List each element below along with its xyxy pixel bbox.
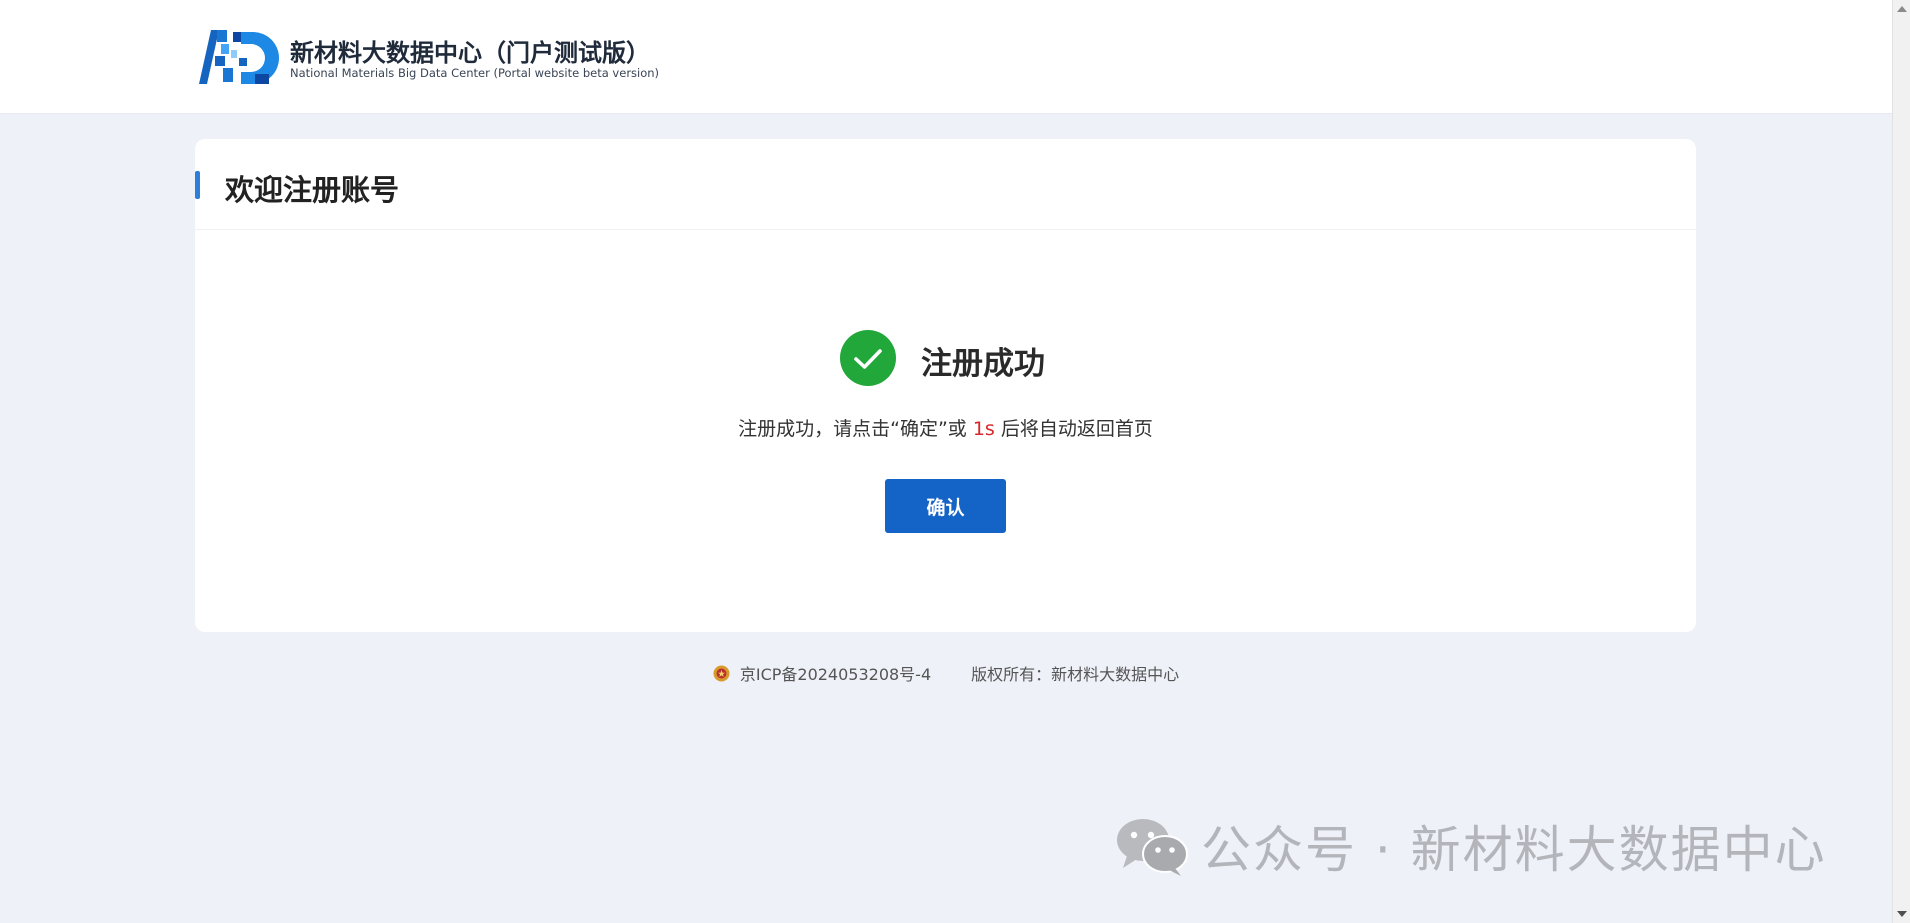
police-badge-icon xyxy=(713,665,730,681)
scroll-down-arrow-icon[interactable] xyxy=(1897,911,1907,917)
card-header: 欢迎注册账号 xyxy=(195,139,1696,230)
brand-title: 新材料大数据中心（门户测试版） xyxy=(290,39,650,67)
success-message: 注册成功，请点击“确定”或 1s 后将自动返回首页 xyxy=(195,414,1696,441)
confirm-button[interactable]: 确认 xyxy=(885,479,1006,533)
scroll-up-arrow-icon[interactable] xyxy=(1897,6,1907,12)
countdown-timer: 1s xyxy=(972,418,995,440)
nmbdc-logo-icon[interactable] xyxy=(195,28,279,86)
site-header: 新材料大数据中心（门户测试版） National Materials Big D… xyxy=(0,0,1892,114)
page-scrollbar[interactable] xyxy=(1892,0,1910,923)
title-accent-bar xyxy=(195,171,200,199)
check-circle-icon xyxy=(840,330,896,386)
brand-subtitle: National Materials Big Data Center (Port… xyxy=(290,66,660,80)
register-result-card: 欢迎注册账号 注册成功 注册成功，请点击“确定”或 1s 后将自动返回首页 确认 xyxy=(195,139,1696,632)
message-prefix: 注册成功，请点击“确定”或 xyxy=(738,418,973,440)
success-title: 注册成功 xyxy=(921,346,1045,382)
wechat-icon xyxy=(1117,819,1188,876)
message-suffix: 后将自动返回首页 xyxy=(994,418,1153,440)
icp-record-link[interactable]: 京ICP备2024053208号-4 xyxy=(740,661,931,685)
site-footer: 京ICP备2024053208号-4 版权所有：新材料大数据中心 xyxy=(0,661,1892,685)
copyright-text: 版权所有：新材料大数据中心 xyxy=(971,665,1180,684)
page-title: 欢迎注册账号 xyxy=(225,173,400,207)
wechat-watermark: 公众号 · 新材料大数据中心 xyxy=(1115,810,1827,882)
watermark-text: 公众号 · 新材料大数据中心 xyxy=(1201,821,1827,879)
